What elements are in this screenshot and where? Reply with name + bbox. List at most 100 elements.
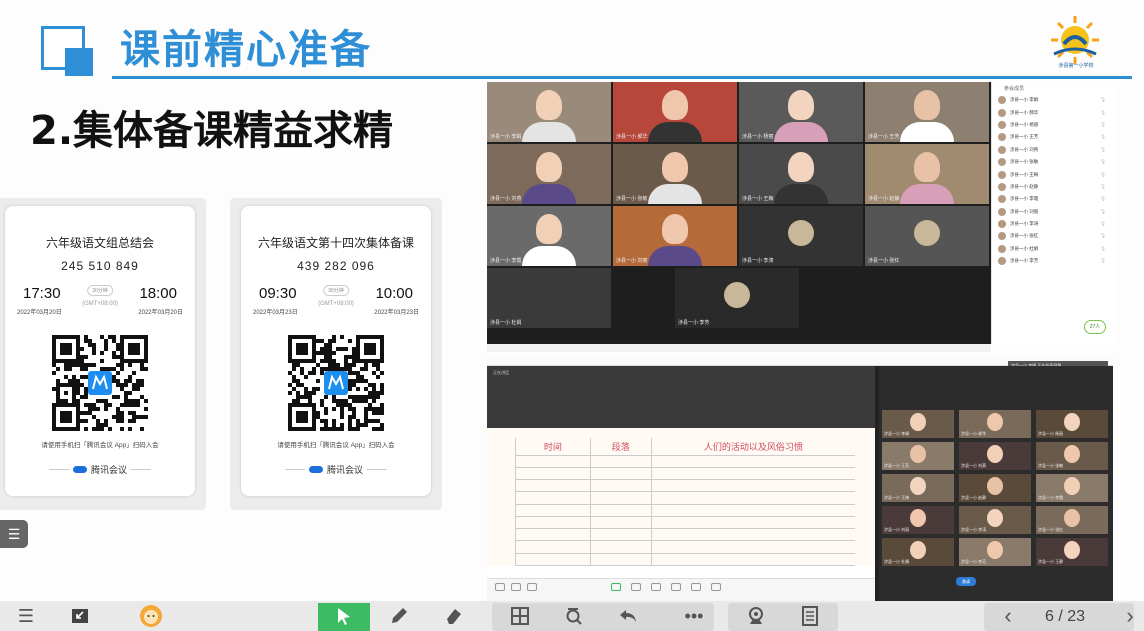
invite-pill-button[interactable]: 邀请 (956, 577, 976, 586)
mic-icon[interactable]: 🎙 (1100, 221, 1106, 227)
grid-icon[interactable] (506, 601, 534, 631)
participant-name: 涉县一小 李涛 (1010, 221, 1039, 227)
tool-icon[interactable] (527, 583, 537, 591)
avatar (998, 257, 1006, 266)
video-tile[interactable]: 涉县一小 王梅 (739, 144, 863, 204)
tool-icon[interactable] (711, 583, 721, 591)
video-tile[interactable]: 涉县一小 王芳 (865, 82, 989, 142)
tool-icon[interactable] (651, 583, 661, 591)
participant-row[interactable]: 涉县一小 李霞 🎙 (992, 193, 1114, 205)
search-icon[interactable] (560, 601, 588, 631)
video-tile[interactable]: 涉县一小 李芳 (675, 268, 799, 328)
mic-icon[interactable]: 🎙 (1100, 209, 1106, 215)
video-tile[interactable]: 涉县一小 赵静 (865, 144, 989, 204)
video-tile-name: 涉县一小 张敏 (616, 196, 648, 202)
document-icon[interactable] (796, 601, 824, 631)
tool-icon[interactable] (611, 583, 621, 591)
mic-icon[interactable]: 🎙 (1100, 172, 1106, 178)
participant-row[interactable]: 涉县一小 张红 🎙 (992, 230, 1114, 242)
menu-icon[interactable]: ☰ (10, 601, 42, 631)
video-tile[interactable]: 涉县一小 李涛 (739, 206, 863, 266)
video-tile[interactable]: 涉县一小 杜娟 (487, 268, 611, 328)
mic-icon[interactable]: 🎙 (1100, 147, 1106, 153)
video-tile[interactable]: 涉县一小 王芳 (882, 442, 954, 470)
mic-icon[interactable]: 🎙 (1100, 233, 1106, 239)
pen-icon[interactable] (385, 601, 413, 631)
video-tile[interactable]: 涉县一小 李涛 (959, 506, 1031, 534)
participant-row[interactable]: 涉县一小 刘丽 🎙 (992, 206, 1114, 218)
participant-row[interactable]: 涉县一小 杨丽 🎙 (992, 119, 1114, 131)
avatar-icon[interactable] (136, 601, 166, 631)
video-tile[interactable]: 涉县一小 刘燕 (487, 144, 611, 204)
video-tile[interactable]: 涉县一小 张红 (865, 206, 989, 266)
video-tile[interactable]: 涉县一小 杜娟 (882, 538, 954, 566)
mic-icon[interactable]: 🎙 (1100, 122, 1106, 128)
mic-icon[interactable]: 🎙 (1100, 97, 1106, 103)
webcam-icon[interactable] (742, 601, 770, 631)
video-tile[interactable]: 涉县一小 张红 (1036, 506, 1108, 534)
video-tile-name: 涉县一小 王梅 (742, 196, 774, 202)
avatar (998, 232, 1006, 241)
tool-icon[interactable] (511, 583, 521, 591)
invite-times: 17:30 30分钟 18:00 2022年03月20日 (GMT+08:00)… (5, 279, 195, 319)
mic-icon[interactable]: 🎙 (1100, 196, 1106, 202)
participant-row[interactable]: 涉县一小 李芳 🎙 (992, 255, 1114, 267)
video-tile[interactable]: 涉县一小 张敏 (613, 144, 737, 204)
meeting-control-bar (487, 344, 991, 352)
avatar (998, 96, 1006, 105)
video-tile[interactable]: 涉县一小 刘丽 (882, 506, 954, 534)
minimize-icon[interactable] (66, 601, 94, 631)
tool-icon[interactable] (691, 583, 701, 591)
mic-icon[interactable]: 🎙 (1100, 159, 1106, 165)
participant-face (662, 214, 688, 244)
mic-icon[interactable]: 🎙 (1100, 246, 1106, 252)
video-tile[interactable]: 涉县一小 张敏 (1036, 442, 1108, 470)
tool-icon[interactable] (631, 583, 641, 591)
video-tile[interactable]: 涉县一小 李霞 (487, 206, 611, 266)
participant-row[interactable]: 涉县一小 李娟 🎙 (992, 94, 1114, 106)
user-avatar-icon (724, 282, 750, 308)
participant-body (522, 122, 576, 142)
avatar (998, 120, 1006, 129)
participant-row[interactable]: 涉县一小 刘燕 🎙 (992, 144, 1114, 156)
participant-row[interactable]: 涉县一小 王芳 🎙 (992, 131, 1114, 143)
video-tile[interactable]: 涉县一小 王梅 (882, 474, 954, 502)
mic-icon[interactable]: 🎙 (1100, 184, 1106, 190)
chevron-left-icon[interactable]: ‹ (996, 601, 1020, 631)
participant-row[interactable]: 涉县一小 赵静 🎙 (992, 181, 1114, 193)
video-tile[interactable]: 涉县一小 赵静 (959, 474, 1031, 502)
participant-row[interactable]: 涉县一小 张敏 🎙 (992, 156, 1114, 168)
video-tile[interactable]: 涉县一小 郝华 (959, 410, 1031, 438)
mic-icon[interactable]: 🎙 (1100, 110, 1106, 116)
more-icon[interactable]: ••• (680, 601, 708, 631)
invite-start-time: 17:30 (23, 285, 61, 302)
video-tile[interactable]: 涉县一小 杨丽 (739, 82, 863, 142)
chevron-right-icon[interactable]: › (1118, 601, 1142, 631)
participant-row[interactable]: 涉县一小 王梅 🎙 (992, 168, 1114, 180)
video-tile[interactable]: 涉县一小 刘丽 (613, 206, 737, 266)
video-tile[interactable]: 涉县一小 刘燕 (959, 442, 1031, 470)
side-menu-button[interactable]: ☰ (0, 520, 28, 548)
cursor-icon[interactable] (330, 601, 358, 631)
mic-icon[interactable]: 🎙 (1100, 258, 1106, 264)
qr-code-icon[interactable] (52, 335, 148, 431)
tool-icon[interactable] (671, 583, 681, 591)
video-tile[interactable]: 涉县一小 李娟 (487, 82, 611, 142)
eraser-icon[interactable] (440, 601, 468, 631)
video-tile[interactable]: 涉县一小 杨丽 (1036, 410, 1108, 438)
video-tile[interactable]: 涉县一小 李霞 (1036, 474, 1108, 502)
invite-timezone: (GMT+08:00) (82, 301, 118, 307)
invite-start-date: 2022年03月23日 (253, 310, 298, 316)
mic-icon[interactable]: 🎙 (1100, 134, 1106, 140)
undo-icon[interactable] (614, 601, 642, 631)
video-tile[interactable]: 涉县一小 郝华 (613, 82, 737, 142)
participant-row[interactable]: 涉县一小 李涛 🎙 (992, 218, 1114, 230)
participant-row[interactable]: 涉县一小 杜娟 🎙 (992, 243, 1114, 255)
video-tile[interactable]: 涉县一小 李芳 (959, 538, 1031, 566)
video-tile[interactable]: 涉县一小 王静 (1036, 538, 1108, 566)
qr-code-icon[interactable] (288, 335, 384, 431)
tool-icon[interactable] (495, 583, 505, 591)
participant-row[interactable]: 涉县一小 郝华 🎙 (992, 106, 1114, 118)
video-tile[interactable]: 涉县一小 李娟 (882, 410, 954, 438)
participant-body (774, 184, 828, 204)
